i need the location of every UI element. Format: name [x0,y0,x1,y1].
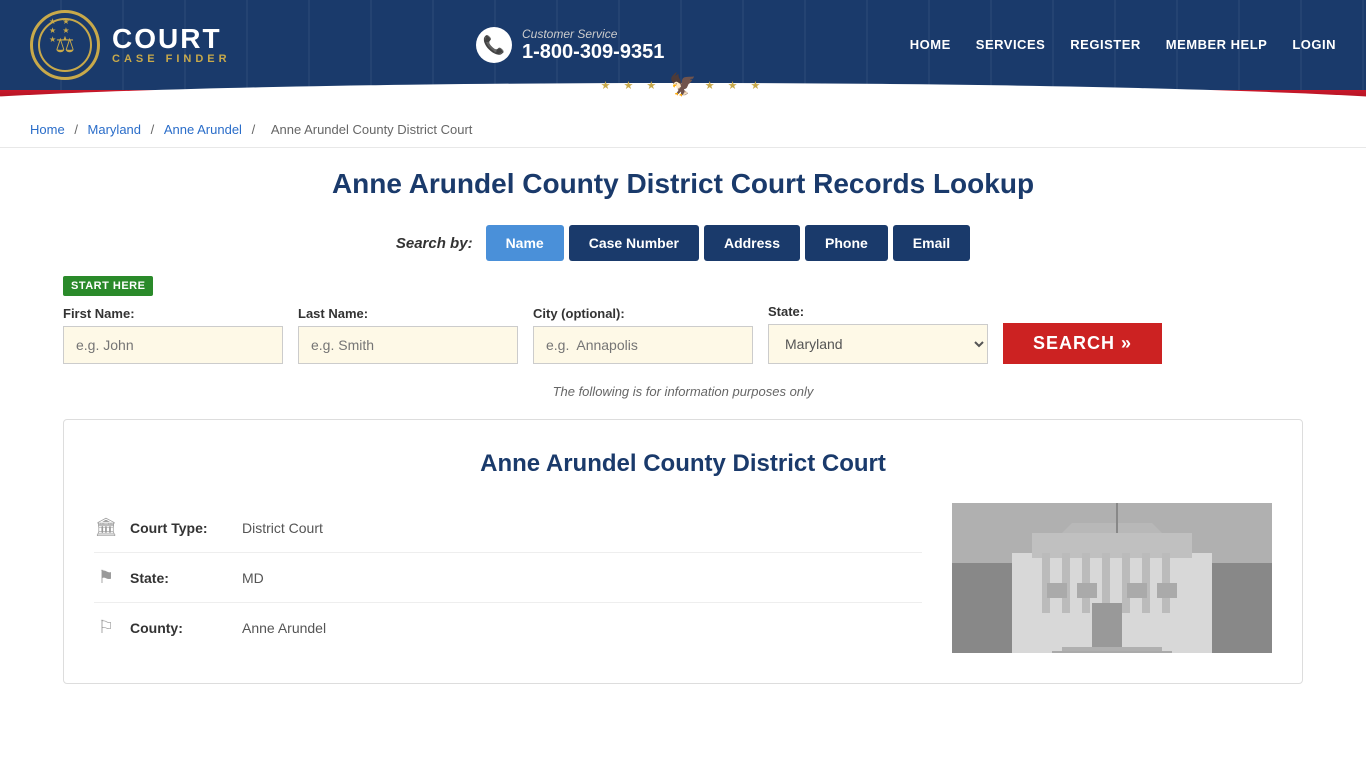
search-by-label: Search by: [396,235,473,252]
stars-left: ★ ★ ★ [601,79,662,92]
court-building-image [952,503,1272,653]
breadcrumb-sep-1: / [74,122,81,137]
state-icon: ⚑ [94,567,118,588]
cs-text: Customer Service 1-800-309-9351 [522,27,664,64]
logo-case-finder-text: CASE FINDER [112,53,231,65]
logo-stars: ★ ★ ★ ★ ★ [49,17,81,44]
customer-service: 📞 Customer Service 1-800-309-9351 [476,27,664,64]
breadcrumb-home[interactable]: Home [30,122,65,137]
tab-case-number[interactable]: Case Number [569,225,699,261]
county-row: ⚐ County: Anne Arundel [94,603,922,652]
cs-phone: 1-800-309-9351 [522,41,664,64]
logo-court-text: COURT [112,25,231,53]
start-here-badge: START HERE [63,276,153,296]
eagle-icon: 🦅 [669,72,696,98]
tab-phone[interactable]: Phone [805,225,888,261]
nav-link-home[interactable]: HOME [910,37,951,54]
page-title: Anne Arundel County District Court Recor… [63,168,1303,200]
court-details: 🏛 Court Type: District Court ⚑ State: MD… [94,503,922,653]
hero-banner: ★ ★ ★ 🦅 ★ ★ ★ [0,90,1366,112]
state-value: MD [242,570,264,586]
logo-emblem: ★ ★ ★ ★ ★ ⚖ [30,10,100,80]
court-card-title: Anne Arundel County District Court [94,450,1272,478]
search-button[interactable]: SEARCH » [1003,323,1162,364]
cs-label: Customer Service [522,27,664,41]
court-type-icon: 🏛 [94,517,118,538]
search-form-container: START HERE First Name: Last Name: City (… [63,276,1303,364]
court-type-label: Court Type: [130,520,230,536]
county-icon: ⚐ [94,617,118,638]
state-row: ⚑ State: MD [94,553,922,603]
state-label: State: [768,304,988,319]
search-by-row: Search by: Name Case Number Address Phon… [63,225,1303,261]
search-form: First Name: Last Name: City (optional): … [63,304,1303,364]
tab-name[interactable]: Name [486,225,564,261]
nav-link-services[interactable]: SERVICES [976,37,1046,54]
breadcrumb-anne-arundel[interactable]: Anne Arundel [164,122,242,137]
last-name-group: Last Name: [298,306,518,364]
nav-link-register[interactable]: REGISTER [1070,37,1140,54]
first-name-group: First Name: [63,306,283,364]
breadcrumb-current: Anne Arundel County District Court [271,122,473,137]
breadcrumb-maryland[interactable]: Maryland [88,122,141,137]
breadcrumb-sep-3: / [252,122,259,137]
city-input[interactable] [533,326,753,364]
logo-area: ★ ★ ★ ★ ★ ⚖ COURT CASE FINDER [30,10,231,80]
tab-address[interactable]: Address [704,225,800,261]
breadcrumb: Home / Maryland / Anne Arundel / Anne Ar… [0,112,1366,148]
court-type-value: District Court [242,520,323,536]
logo-text: COURT CASE FINDER [112,25,231,65]
nav-link-login[interactable]: LOGIN [1292,37,1336,54]
phone-icon: 📞 [476,27,512,63]
main-content: Anne Arundel County District Court Recor… [33,148,1333,704]
state-group: State: Maryland Alabama Alaska Arizona C… [768,304,988,364]
county-value: Anne Arundel [242,620,326,636]
nav-link-member-help[interactable]: MEMBER HELP [1166,37,1268,54]
breadcrumb-sep-2: / [151,122,158,137]
city-label: City (optional): [533,306,753,321]
state-select[interactable]: Maryland Alabama Alaska Arizona Californ… [768,324,988,364]
last-name-input[interactable] [298,326,518,364]
court-type-row: 🏛 Court Type: District Court [94,503,922,553]
stars-right: ★ ★ ★ [705,79,766,92]
main-nav: HOME SERVICES REGISTER MEMBER HELP LOGIN [910,37,1336,54]
eagle-emblem: ★ ★ ★ 🦅 ★ ★ ★ [601,72,766,98]
tab-email[interactable]: Email [893,225,970,261]
first-name-input[interactable] [63,326,283,364]
court-card: Anne Arundel County District Court 🏛 Cou… [63,419,1303,684]
info-note: The following is for information purpose… [63,384,1303,399]
state-label-detail: State: [130,570,230,586]
first-name-label: First Name: [63,306,283,321]
city-group: City (optional): [533,306,753,364]
court-card-body: 🏛 Court Type: District Court ⚑ State: MD… [94,503,1272,653]
last-name-label: Last Name: [298,306,518,321]
county-label: County: [130,620,230,636]
